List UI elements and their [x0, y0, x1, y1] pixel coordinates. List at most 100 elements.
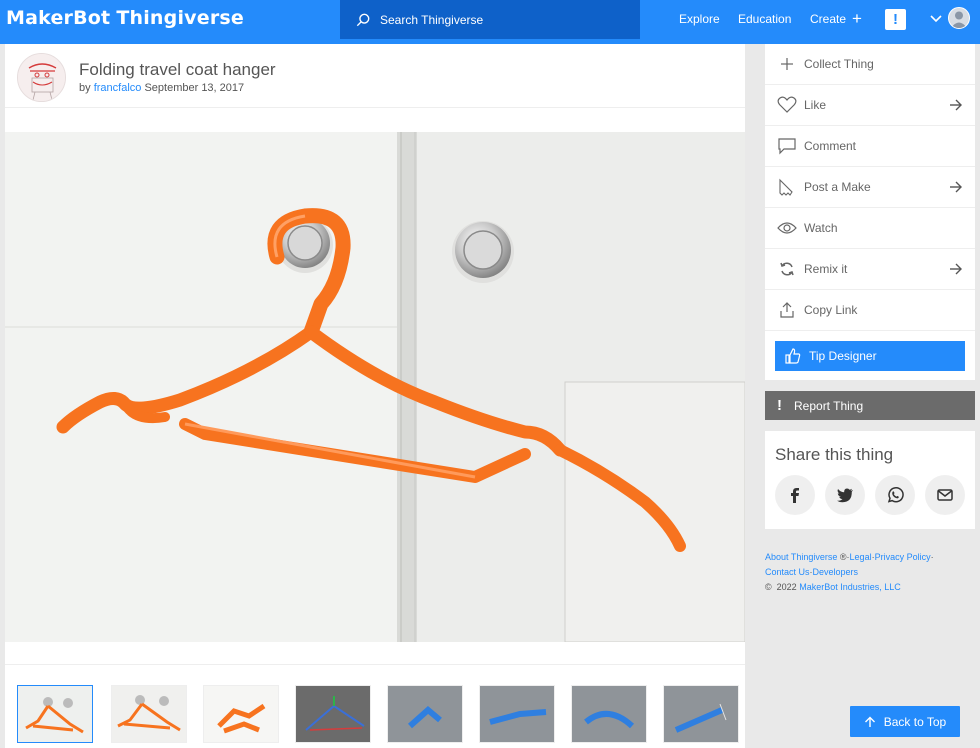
back-to-top-label: Back to Top	[883, 714, 947, 729]
thumbnail-image	[296, 686, 370, 742]
thumbnail-image	[664, 686, 738, 742]
about-link[interactable]: About Thingiverse	[765, 552, 837, 562]
thing-main-image[interactable]	[5, 132, 745, 642]
remix-icon	[776, 258, 798, 280]
post-a-make-button[interactable]: Post a Make	[765, 167, 975, 208]
back-to-top-button[interactable]: Back to Top	[850, 706, 960, 737]
contact-link[interactable]: Contact Us	[765, 567, 810, 577]
comment-label: Comment	[804, 139, 857, 153]
hanger-photo	[5, 132, 745, 642]
thumbnail-3[interactable]	[203, 685, 279, 743]
thumbnail-4[interactable]	[295, 685, 371, 743]
remix-button[interactable]: Remix it	[765, 249, 975, 290]
creator-doodle-icon	[18, 54, 65, 101]
privacy-link[interactable]: Privacy Policy	[875, 552, 931, 562]
nav-explore[interactable]: Explore	[679, 12, 720, 26]
collect-thing-label: Collect Thing	[804, 57, 874, 71]
arrow-right-icon	[950, 181, 962, 193]
separator-dot: ·	[930, 552, 934, 562]
arrow-right-icon	[950, 99, 962, 111]
thumbnail-7[interactable]	[571, 685, 647, 743]
share-facebook-button[interactable]	[775, 475, 815, 515]
thumbnail-1[interactable]	[17, 685, 93, 743]
copyright-year: 2022	[776, 582, 797, 592]
remix-label: Remix it	[804, 262, 848, 276]
like-button[interactable]: Like	[765, 85, 975, 126]
watch-label: Watch	[804, 221, 838, 235]
thumbnail-image	[204, 686, 278, 742]
report-thing-label: Report Thing	[794, 398, 864, 413]
thumbnail-image	[112, 686, 186, 742]
share-title: Share this thing	[775, 445, 894, 464]
share-upload-icon	[776, 299, 798, 321]
logo-thingiverse: Thingiverse	[116, 7, 245, 29]
collect-thing-button[interactable]: Collect Thing	[765, 44, 975, 85]
eye-icon	[776, 217, 798, 239]
plus-icon: +	[852, 9, 862, 28]
thumbnail-6[interactable]	[479, 685, 555, 743]
report-thing-button[interactable]: ! Report Thing	[765, 391, 975, 420]
nav-create-label: Create	[810, 12, 847, 26]
search-icon	[356, 13, 370, 26]
search-placeholder: Search Thingiverse	[380, 12, 484, 27]
share-panel: Share this thing	[765, 431, 975, 529]
thumbnail-8[interactable]	[663, 685, 739, 743]
share-twitter-button[interactable]	[825, 475, 865, 515]
tip-designer-button[interactable]: Tip Designer	[775, 341, 965, 371]
developers-link[interactable]: Developers	[813, 567, 859, 577]
user-menu[interactable]	[930, 7, 970, 29]
thing-actions-panel: Collect Thing Like Comment Post a Make W…	[765, 44, 975, 380]
user-avatar	[948, 7, 970, 29]
nav-create[interactable]: Create +	[810, 9, 862, 28]
user-silhouette-icon	[951, 11, 967, 28]
whatsapp-icon	[887, 486, 904, 503]
tip-designer-label: Tip Designer	[809, 349, 877, 363]
comment-icon	[776, 135, 798, 157]
arrow-right-icon	[950, 263, 962, 275]
exclamation-icon: !	[777, 397, 782, 414]
publish-date: September 13, 2017	[144, 82, 245, 94]
byline-by: by	[79, 82, 91, 94]
makerbot-thingiverse-logo[interactable]: MakerBot Thingiverse	[6, 7, 244, 29]
nav-education[interactable]: Education	[738, 12, 791, 26]
notifications-button[interactable]: !	[885, 9, 906, 30]
thumbnail-image	[18, 686, 92, 742]
creator-avatar[interactable]	[17, 53, 66, 102]
thumbnail-2[interactable]	[111, 685, 187, 743]
thumbs-up-icon	[785, 348, 801, 364]
thing-main-card: Folding travel coat hanger by francfalco…	[5, 44, 745, 748]
copyright-symbol: ©	[765, 582, 772, 592]
facebook-icon	[791, 488, 799, 503]
watch-button[interactable]: Watch	[765, 208, 975, 249]
post-a-make-label: Post a Make	[804, 180, 871, 194]
company-link[interactable]: MakerBot Industries, LLC	[799, 582, 901, 592]
make-icon	[776, 176, 798, 198]
thing-header: Folding travel coat hanger by francfalco…	[5, 44, 745, 108]
sidebar-footer: About Thingiverse ®·Legal·Privacy Policy…	[765, 550, 975, 595]
top-navigation-bar: MakerBot Thingiverse Search Thingiverse E…	[0, 0, 980, 44]
chevron-down-icon	[930, 15, 942, 23]
twitter-icon	[837, 488, 853, 503]
heart-icon	[776, 94, 798, 116]
search-input[interactable]: Search Thingiverse	[340, 0, 640, 39]
thing-byline: by francfalco September 13, 2017	[79, 82, 244, 94]
logo-makerbot: MakerBot	[6, 7, 111, 29]
thumbnail-image	[572, 686, 646, 742]
arrow-up-icon	[864, 716, 875, 727]
thumbnail-strip	[5, 664, 745, 748]
thumbnail-image	[388, 686, 462, 742]
registered-mark: ®	[839, 552, 847, 562]
plus-icon	[776, 53, 798, 75]
comment-button[interactable]: Comment	[765, 126, 975, 167]
legal-link[interactable]: Legal	[850, 552, 872, 562]
envelope-icon	[937, 489, 953, 501]
thumbnail-5[interactable]	[387, 685, 463, 743]
like-label: Like	[804, 98, 827, 112]
thing-title: Folding travel coat hanger	[79, 60, 276, 79]
share-email-button[interactable]	[925, 475, 965, 515]
thumbnail-image	[480, 686, 554, 742]
copy-link-button[interactable]: Copy Link	[765, 290, 975, 331]
share-whatsapp-button[interactable]	[875, 475, 915, 515]
author-link[interactable]: francfalco	[94, 82, 142, 94]
copy-link-label: Copy Link	[804, 303, 858, 317]
